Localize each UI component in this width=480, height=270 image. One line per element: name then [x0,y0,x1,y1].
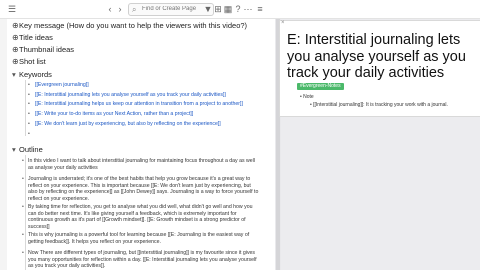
sidebar-page-card[interactable]: E: Interstitial journaling lets you anal… [279,20,480,117]
card-title[interactable]: E: Interstitial journaling lets you anal… [287,32,477,82]
arrow-right-icon[interactable]: › [114,3,126,15]
empty-bullet[interactable]: • [28,131,35,138]
keyword-item[interactable]: • [[E: Interstitial journaling lets you a… [28,92,226,99]
note-label[interactable]: • Note [300,94,314,100]
bullet-icon: • [28,111,30,117]
collapse-icon[interactable]: ▾ [12,70,19,79]
bullet-icon: • [28,121,30,127]
keyword-item[interactable]: • [[E: Write your to-do items as your Nex… [28,111,193,118]
outline-heading: Outline [19,145,43,154]
expand-icon[interactable]: ⊕ [12,33,19,42]
title-ideas-block[interactable]: ⊕Title ideas [12,33,53,42]
evergreen-tag[interactable]: #Evergreen-Notes [297,83,344,90]
note-text[interactable]: • [[Interstitial journaling]]: It is tra… [310,102,448,108]
outline-paragraph[interactable]: • This is why journaling is a powerful t… [22,232,260,245]
key-message-text: Key message (How do you want to help the… [19,21,248,30]
keywords-block[interactable]: ▾ Keywords [12,70,52,79]
bullet-icon: • [28,82,30,88]
thumbnail-ideas-text: Thumbnail ideas [19,45,75,54]
outline-block[interactable]: ▾ Outline [12,145,43,154]
outline-paragraph[interactable]: • By taking time for reflection, you get… [22,204,260,230]
key-message-block[interactable]: ⊕Key message (How do you want to help th… [12,21,247,30]
top-toolbar: ☰ ‹ › ⌕ ▼ ⊞ ▦ ? ⋯ ≡ [0,0,480,19]
keyword-item[interactable]: • [[E: Interstitial journaling helps us k… [28,101,243,108]
thumbnail-ideas-block[interactable]: ⊕Thumbnail ideas [12,45,74,54]
collapse-icon[interactable]: ▾ [12,145,19,154]
bullet-icon: • [28,92,30,98]
outline-paragraph[interactable]: • Now There are different types of journ… [22,250,260,270]
bullet-icon: • [28,131,30,137]
sidebar-toggle-icon[interactable]: ☰ [6,3,18,15]
thread-line [25,80,26,136]
menu-icon[interactable]: ≡ [254,3,266,15]
shot-list-block[interactable]: ⊕Shot list [12,57,46,66]
bullet-icon: • [22,158,24,164]
expand-icon[interactable]: ⊕ [12,21,19,30]
keyword-item[interactable]: • [[E: We don't learn just by experiencin… [28,121,221,128]
title-ideas-text: Title ideas [19,33,53,42]
bullet-icon: • [22,204,24,210]
outline-paragraph[interactable]: • In this video I want to talk about int… [22,158,260,171]
expand-icon[interactable]: ⊕ [12,45,19,54]
more-icon[interactable]: ⋯ [242,3,254,15]
bullet-icon: • [22,232,24,238]
keywords-heading: Keywords [19,70,52,79]
expand-icon[interactable]: ⊕ [12,57,19,66]
left-gutter [0,19,7,270]
close-icon[interactable]: × [281,20,285,26]
outline-paragraph[interactable]: • Journaling is underrated; it's one of … [22,176,260,202]
main-page: ⊕Key message (How do you want to help th… [0,19,275,270]
bullet-icon: • [22,250,24,256]
bullet-icon: • [28,101,30,107]
shot-list-text: Shot list [19,57,46,66]
keyword-item[interactable]: • [[Evergreen journaling]] [28,82,89,89]
search-icon: ⌕ [132,5,137,14]
bullet-icon: • [22,176,24,182]
